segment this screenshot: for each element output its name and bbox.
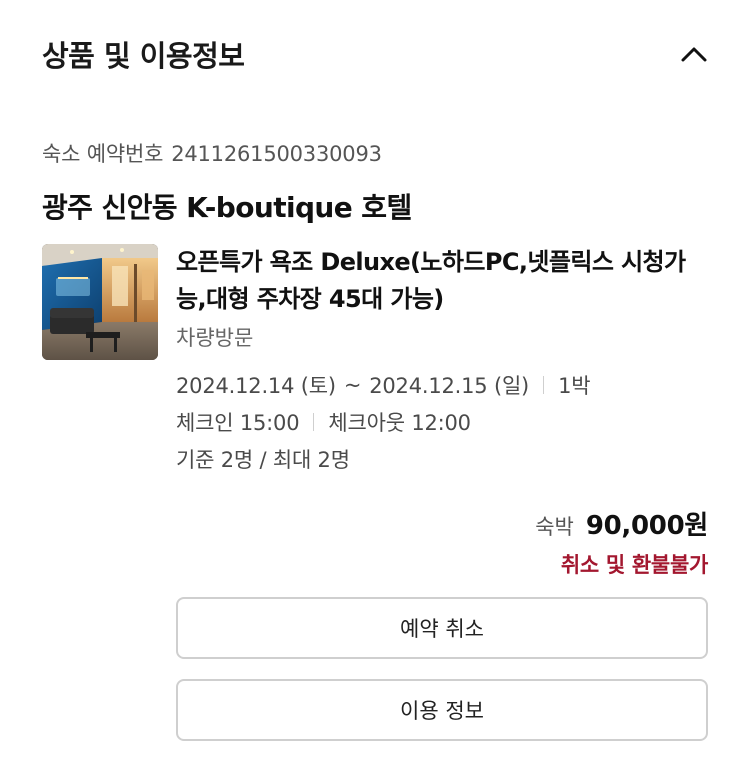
nights-count: 1박 bbox=[558, 374, 591, 398]
checkin-time: 체크인 15:00 bbox=[176, 411, 300, 435]
occupancy: 기준 2명 / 최대 2명 bbox=[176, 448, 350, 472]
price-value: 90,000원 bbox=[585, 511, 708, 541]
cancel-reservation-button[interactable]: 예약 취소 bbox=[176, 597, 708, 659]
section-title: 상품 및 이용정보 bbox=[42, 39, 245, 73]
checkin-date: 2024.12.14 (토) bbox=[176, 374, 336, 398]
refund-policy-note: 취소 및 환불불가 bbox=[560, 553, 708, 577]
divider bbox=[543, 376, 545, 394]
hotel-name: 광주 신안동 K-boutique 호텔 bbox=[42, 191, 412, 224]
reservation-number: 숙소 예약번호 2411261500330093 bbox=[42, 138, 382, 168]
price-label: 숙박 bbox=[535, 515, 574, 539]
reservation-number-label: 숙소 예약번호 bbox=[42, 142, 164, 166]
room-thumbnail[interactable] bbox=[42, 244, 158, 360]
reservation-number-value: 2411261500330093 bbox=[171, 142, 382, 166]
price-row: 숙박 90,000원 bbox=[535, 505, 708, 542]
section-header[interactable]: 상품 및 이용정보 bbox=[42, 30, 710, 78]
stay-times: 체크인 15:00 체크아웃 12:00 bbox=[176, 407, 471, 437]
date-tilde: ~ bbox=[343, 373, 362, 397]
stay-dates: 2024.12.14 (토) ~ 2024.12.15 (일) 1박 bbox=[176, 370, 591, 400]
room-name: 오픈특가 욕조 Deluxe(노하드PC,넷플릭스 시청가능,대형 주차장 45… bbox=[176, 248, 686, 313]
visit-type: 차량방문 bbox=[176, 326, 254, 350]
chevron-up-icon bbox=[681, 47, 707, 62]
checkout-date: 2024.12.15 (일) bbox=[369, 374, 530, 398]
room-photo-image bbox=[42, 244, 158, 360]
checkout-time: 체크아웃 12:00 bbox=[328, 411, 471, 435]
usage-info-button[interactable]: 이용 정보 bbox=[176, 679, 708, 741]
collapse-toggle-button[interactable] bbox=[674, 34, 714, 74]
divider bbox=[313, 413, 315, 431]
